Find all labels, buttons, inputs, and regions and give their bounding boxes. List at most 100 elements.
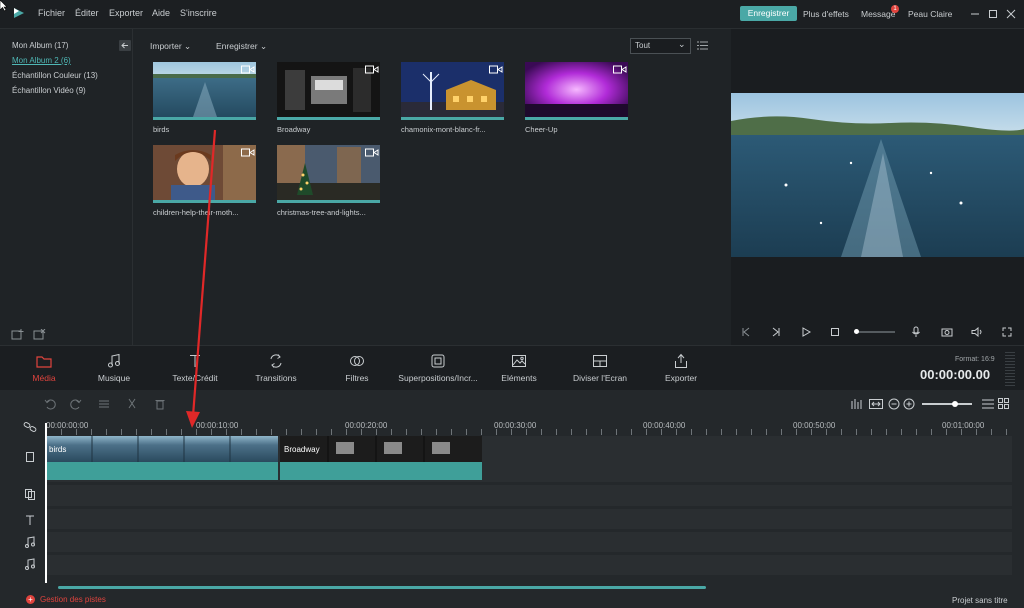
adjust-icon[interactable] bbox=[98, 398, 110, 410]
thumb-bar bbox=[277, 117, 380, 120]
menu-lines-icon[interactable] bbox=[982, 399, 994, 409]
zoom-slider[interactable] bbox=[922, 403, 972, 405]
ruler-tick-label: 00:00:20:00 bbox=[345, 421, 388, 430]
delete-folder-icon[interactable] bbox=[33, 329, 46, 341]
skin-link[interactable]: Peau Claire bbox=[908, 9, 952, 19]
maximize-icon[interactable] bbox=[988, 9, 998, 19]
link-icon[interactable] bbox=[23, 421, 37, 433]
split-screen-icon bbox=[592, 353, 608, 369]
grid-view-icon[interactable] bbox=[998, 398, 1009, 409]
title-bar: Fichier Éditer Exporter Aide S'inscrire … bbox=[0, 0, 1024, 29]
media-library: Importer ⌄ Enregistrer ⌄ Tout ⌄ birds Br… bbox=[133, 29, 730, 345]
stop-icon[interactable] bbox=[830, 327, 840, 337]
filter-select[interactable]: Tout ⌄ bbox=[630, 38, 691, 54]
menu-editer[interactable]: Éditer bbox=[75, 8, 99, 18]
more-effects-link[interactable]: Plus d'effets bbox=[803, 9, 849, 19]
overlay-icon bbox=[430, 353, 446, 369]
filters-icon bbox=[349, 353, 365, 369]
import-dropdown[interactable]: Importer ⌄ bbox=[150, 41, 191, 52]
volume-icon[interactable] bbox=[971, 327, 983, 337]
playback-progress-handle[interactable] bbox=[854, 329, 859, 334]
add-circle-icon: + bbox=[26, 595, 35, 604]
panel-resize-handle[interactable] bbox=[1005, 350, 1015, 386]
preview-video bbox=[731, 93, 1024, 257]
menu-fichier[interactable]: Fichier bbox=[38, 8, 65, 18]
minimize-icon[interactable] bbox=[970, 9, 980, 19]
music-track[interactable] bbox=[46, 532, 1012, 552]
app-logo bbox=[12, 6, 26, 20]
tab-export[interactable]: Exporter bbox=[626, 346, 736, 391]
playhead[interactable] bbox=[45, 423, 47, 583]
camera-snapshot-icon[interactable] bbox=[941, 327, 953, 337]
album-sidebar: Mon Album (17) Mon Album 2 (6) Échantill… bbox=[0, 29, 133, 345]
clip-label: birds bbox=[49, 445, 67, 454]
video-camera-icon bbox=[365, 148, 379, 157]
fit-timeline-icon[interactable] bbox=[869, 398, 883, 410]
menu-exporter[interactable]: Exporter bbox=[109, 8, 143, 18]
thumb-bar bbox=[277, 200, 380, 203]
timecode-display: 00:00:00.00 bbox=[920, 367, 991, 382]
list-view-icon[interactable] bbox=[697, 41, 708, 50]
video-camera-icon bbox=[613, 65, 627, 74]
message-badge: 1 bbox=[891, 5, 899, 13]
music-track[interactable] bbox=[46, 555, 1012, 575]
menu-sinscrire[interactable]: S'inscrire bbox=[180, 8, 217, 18]
mouse-cursor-icon bbox=[0, 0, 8, 12]
timeline-clip-birds[interactable] bbox=[46, 436, 278, 480]
media-label: christmas-tree-and-lights... bbox=[277, 208, 366, 217]
record-label: Enregistrer bbox=[216, 41, 258, 51]
video-camera-icon bbox=[365, 65, 379, 74]
zoom-out-icon[interactable] bbox=[888, 398, 900, 410]
timeline-clip-broadway[interactable] bbox=[280, 436, 482, 480]
add-folder-icon[interactable] bbox=[11, 329, 24, 341]
project-name: Projet sans titre bbox=[952, 596, 1008, 605]
sidebar-item-mon-album[interactable]: Mon Album (17) bbox=[12, 41, 68, 50]
music-track-icon bbox=[24, 558, 36, 570]
media-label: Broadway bbox=[277, 125, 311, 134]
close-icon[interactable] bbox=[1006, 9, 1016, 19]
timeline-scrollbar[interactable] bbox=[58, 586, 706, 589]
transitions-icon bbox=[268, 353, 284, 369]
sidebar-item-mon-album-2[interactable]: Mon Album 2 (6) bbox=[12, 56, 71, 65]
thumb-bar bbox=[525, 117, 628, 120]
record-dropdown[interactable]: Enregistrer ⌄ bbox=[216, 41, 267, 52]
collapse-sidebar-icon[interactable] bbox=[119, 40, 131, 51]
chevron-down-icon: ⌄ bbox=[678, 39, 686, 49]
video-camera-icon bbox=[241, 65, 255, 74]
zoom-slider-handle[interactable] bbox=[952, 401, 958, 407]
chevron-down-icon: ⌄ bbox=[259, 41, 268, 51]
video-track-icon bbox=[25, 451, 35, 463]
undo-icon[interactable] bbox=[44, 398, 56, 410]
format-label: Format: 16:9 bbox=[955, 356, 995, 363]
trash-icon[interactable] bbox=[154, 398, 166, 410]
music-note-icon bbox=[106, 353, 122, 369]
microphone-icon[interactable] bbox=[911, 326, 921, 338]
play-icon[interactable] bbox=[801, 327, 811, 337]
sidebar-item-echantillon-video[interactable]: Échantillon Vidéo (9) bbox=[12, 86, 86, 95]
overlay-track-icon bbox=[24, 488, 36, 500]
text-track[interactable] bbox=[46, 509, 1012, 529]
menu-aide[interactable]: Aide bbox=[152, 8, 170, 18]
skip-start-icon[interactable] bbox=[741, 327, 751, 337]
thumb-bar bbox=[401, 117, 504, 120]
cut-icon[interactable] bbox=[126, 398, 138, 410]
overlay-track[interactable] bbox=[46, 485, 1012, 506]
audio-mixer-icon[interactable] bbox=[850, 398, 864, 410]
redo-icon[interactable] bbox=[70, 398, 82, 410]
sidebar-item-echantillon-couleur[interactable]: Échantillon Couleur (13) bbox=[12, 71, 98, 80]
video-camera-icon bbox=[241, 148, 255, 157]
zoom-in-icon[interactable] bbox=[903, 398, 915, 410]
track-manager-label: Gestion des pistes bbox=[40, 595, 106, 604]
step-forward-icon[interactable] bbox=[771, 327, 781, 337]
preview-panel bbox=[731, 29, 1024, 345]
media-label: chamonix-mont-blanc-fr... bbox=[401, 125, 486, 134]
image-icon bbox=[511, 353, 527, 369]
tools-toolbar: Média Musique Texte/Crédit Transitions F… bbox=[0, 345, 1024, 391]
playback-progress-slider[interactable] bbox=[855, 331, 895, 333]
fullscreen-icon[interactable] bbox=[1002, 327, 1012, 337]
ruler-tick-label: 00:01:00:00 bbox=[942, 421, 985, 430]
register-button[interactable]: Enregistrer bbox=[740, 6, 797, 21]
thumb-bar bbox=[153, 117, 256, 120]
clip-label: Broadway bbox=[284, 445, 320, 454]
playback-controls bbox=[731, 319, 1024, 345]
